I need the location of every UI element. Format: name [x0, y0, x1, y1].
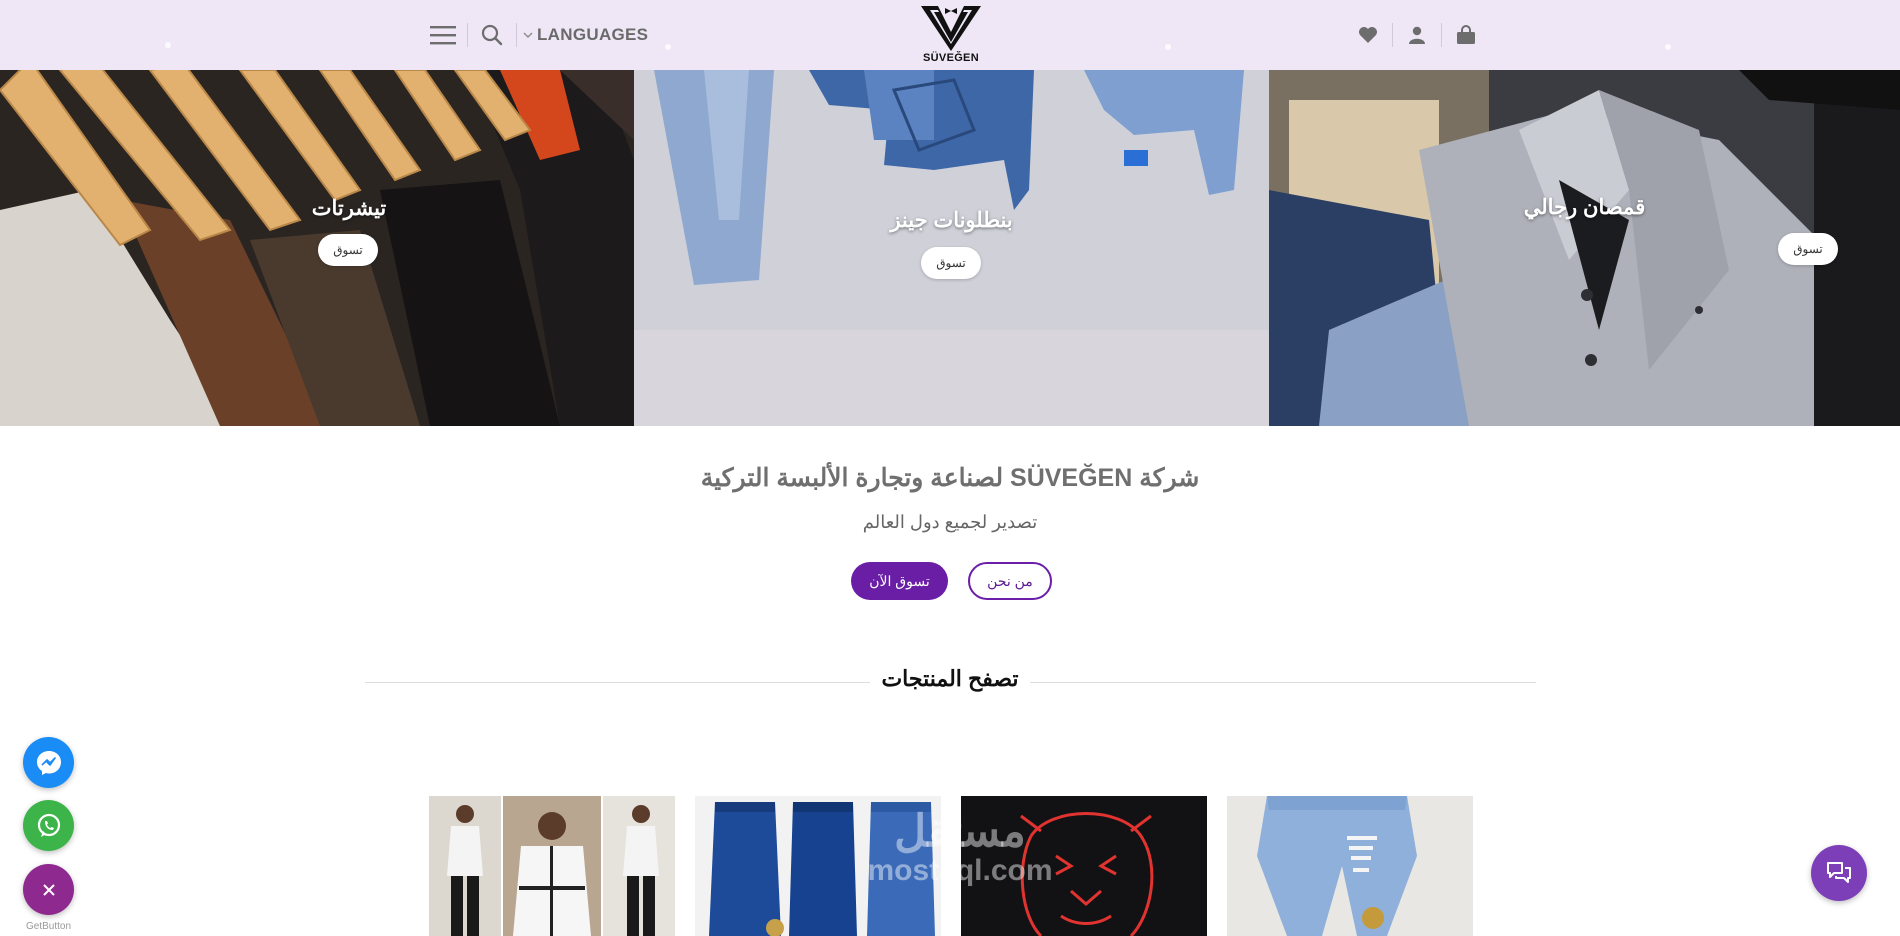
section-divider-right	[1030, 682, 1536, 683]
banner-image-hangers	[0, 70, 634, 426]
banner-jeans[interactable]: بنطلونات جينز تسوق	[634, 70, 1269, 426]
decor-dot	[665, 44, 671, 50]
whatsapp-icon	[37, 813, 60, 837]
search-button[interactable]	[474, 17, 510, 53]
banner-shirts[interactable]: قمصان رجالي تسوق	[1269, 70, 1900, 426]
whatsapp-button[interactable]	[23, 800, 74, 851]
header-left-nav: LANGUAGES	[425, 17, 648, 53]
product-image-tiger-shirt	[961, 796, 1207, 936]
site-header: LANGUAGES SÜVEĞEN	[0, 0, 1900, 70]
menu-button[interactable]	[425, 17, 461, 53]
close-fab-button[interactable]	[23, 864, 74, 915]
divider	[1441, 23, 1442, 47]
heart-icon	[1359, 27, 1377, 43]
company-title: شركة SÜVEĞEN لصناعة وتجارة الألبسة الترك…	[700, 464, 1200, 492]
product-grid	[429, 796, 1473, 936]
menu-icon	[430, 26, 456, 45]
messenger-icon	[36, 750, 61, 775]
section-divider-left	[365, 682, 870, 683]
account-button[interactable]	[1399, 17, 1435, 53]
logo-mark	[921, 6, 981, 51]
cart-button[interactable]	[1448, 17, 1484, 53]
languages-label: LANGUAGES	[537, 25, 649, 44]
messenger-button[interactable]	[23, 737, 74, 788]
shop-now-button[interactable]: تسوق الآن	[851, 562, 948, 600]
user-icon	[1409, 26, 1425, 44]
close-icon	[42, 883, 55, 896]
wishlist-button[interactable]	[1350, 17, 1386, 53]
chevron-down-icon	[523, 32, 533, 38]
chat-button[interactable]	[1811, 845, 1867, 901]
languages-dropdown[interactable]: LANGUAGES	[523, 25, 648, 45]
shop-button[interactable]: تسوق	[1778, 233, 1838, 265]
logo-text: SÜVEĞEN	[923, 52, 979, 64]
decor-dot	[1165, 44, 1171, 50]
product-image-jeans	[695, 796, 941, 936]
decor-dot	[1665, 44, 1671, 50]
divider	[516, 23, 517, 47]
product-card[interactable]	[695, 796, 941, 936]
banner-title: قمصان رجالي	[1523, 196, 1646, 219]
product-image-printed-jeans	[1227, 796, 1473, 936]
company-subtitle: تصدير لجميع دول العالم	[862, 512, 1038, 532]
bag-icon	[1457, 25, 1475, 44]
section-title: تصفح المنتجات	[881, 666, 1019, 691]
shop-button[interactable]: تسوق	[318, 234, 378, 266]
divider	[467, 23, 468, 47]
product-card[interactable]	[961, 796, 1207, 936]
product-card[interactable]	[429, 796, 675, 936]
search-icon	[481, 24, 503, 46]
divider	[1392, 23, 1393, 47]
shop-button[interactable]: تسوق	[921, 247, 981, 279]
header-right-nav	[1350, 17, 1484, 53]
product-card[interactable]	[1227, 796, 1473, 936]
decor-dot	[165, 42, 171, 48]
banner-title: تيشرتات	[311, 197, 387, 220]
category-banners: تيشرتات تسوق بنطلونات جينز تسوق قمصان رج…	[0, 70, 1900, 426]
chat-icon	[1827, 862, 1851, 883]
banner-tshirts[interactable]: تيشرتات تسوق	[0, 70, 634, 426]
banner-title: بنطلونات جينز	[890, 209, 1013, 232]
getbutton-credit[interactable]: GetButton	[20, 921, 77, 932]
about-us-button[interactable]: من نحن	[968, 562, 1052, 600]
site-logo[interactable]: SÜVEĞEN	[918, 2, 984, 68]
product-image-tracksuit	[429, 796, 675, 936]
